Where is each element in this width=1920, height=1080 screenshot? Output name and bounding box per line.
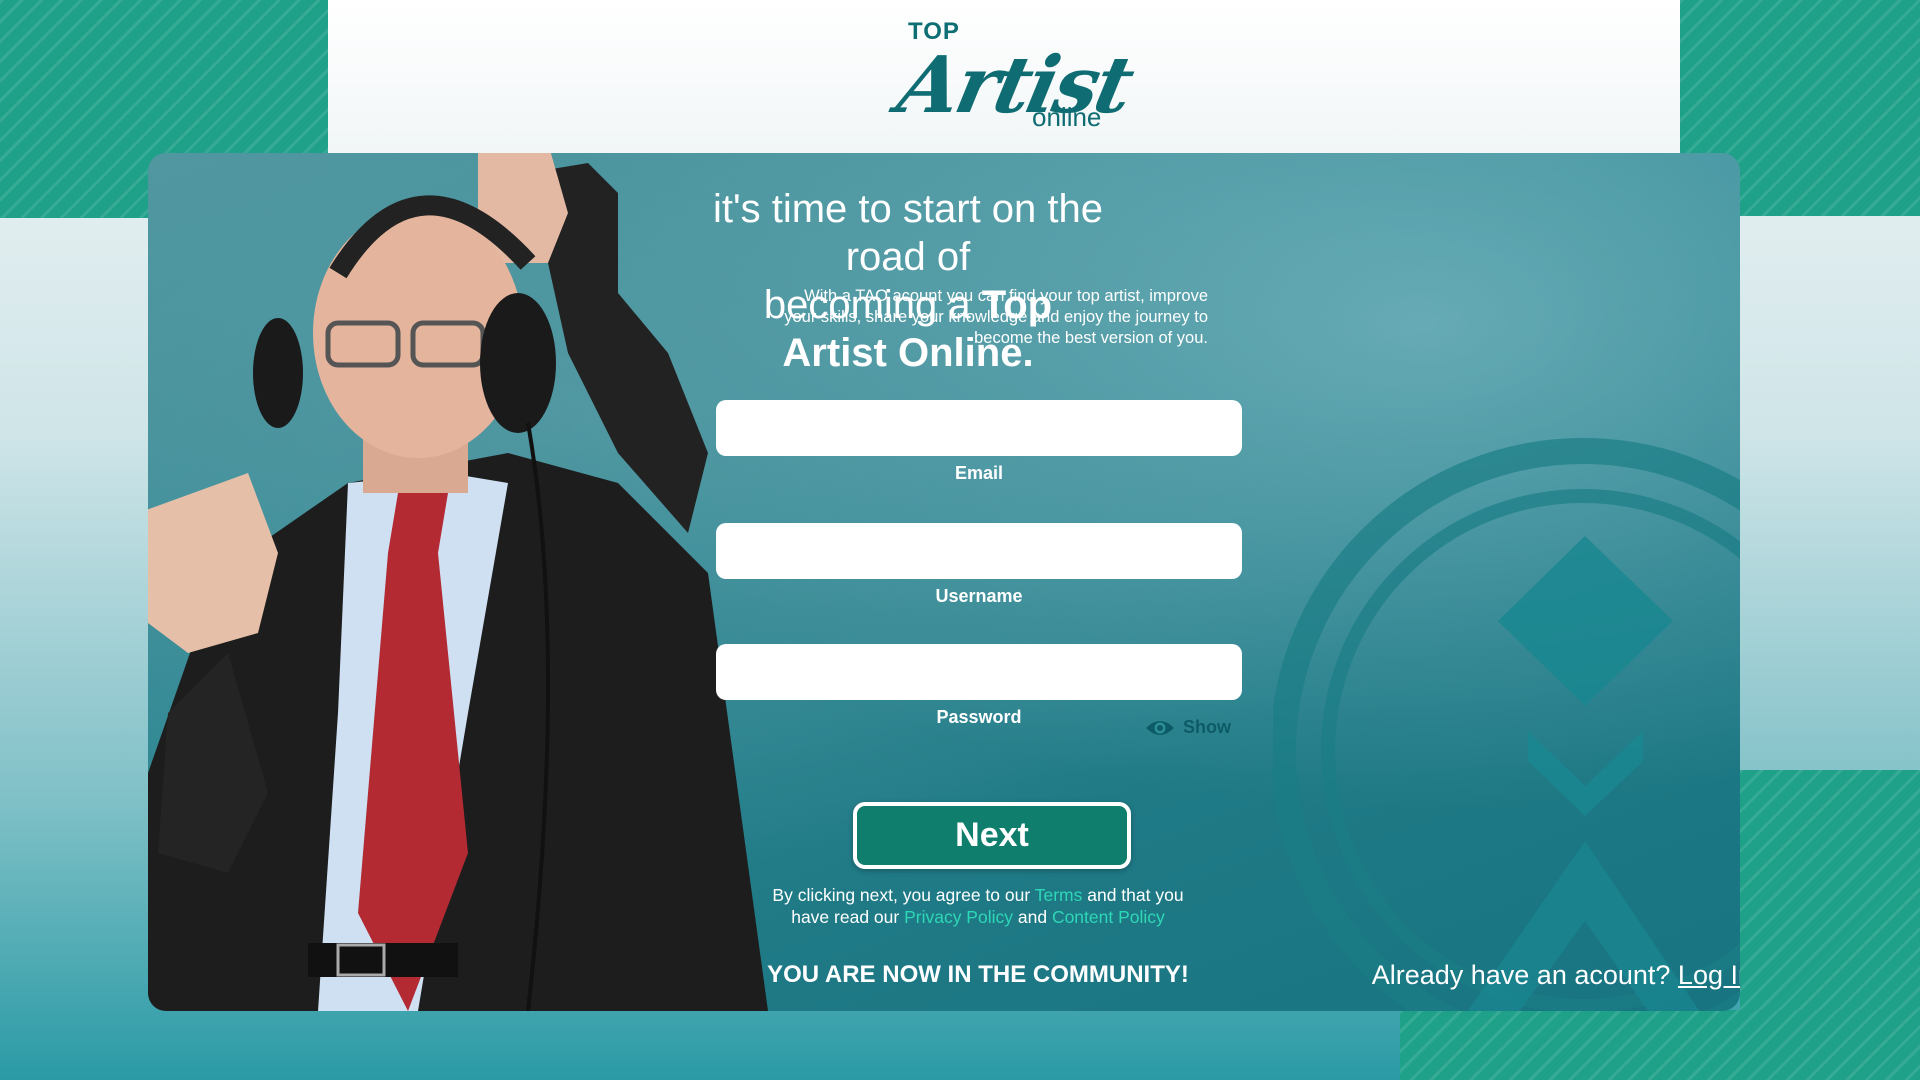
next-button[interactable]: Next xyxy=(853,802,1131,869)
logo-artist-text: Artist xyxy=(890,40,1139,131)
legal-text: By clicking next, you agree to our Terms… xyxy=(768,884,1188,928)
legal-text-part3: and xyxy=(1013,907,1052,927)
intro-text: With a TAO acount you can find your top … xyxy=(784,287,1208,347)
email-label: Email xyxy=(954,463,1004,483)
terms-link[interactable]: Terms xyxy=(1035,885,1083,905)
username-field[interactable] xyxy=(716,523,1242,579)
login-link[interactable]: Log In xyxy=(1678,960,1740,990)
stripe-block-bottom xyxy=(1400,1010,1920,1080)
content-policy-link[interactable]: Content Policy xyxy=(1052,907,1165,927)
password-field[interactable] xyxy=(716,644,1242,700)
privacy-policy-link[interactable]: Privacy Policy xyxy=(904,907,1013,927)
brand-emblem xyxy=(1273,438,1740,1011)
login-prompt-text: Already have an acount? xyxy=(1371,960,1678,990)
signup-card: it's time to start on the road of becomi… xyxy=(148,153,1740,1011)
community-message: YOU ARE NOW IN THE COMMUNITY! xyxy=(767,961,1189,988)
logo-online-text: online xyxy=(1032,102,1102,132)
username-label: Username xyxy=(935,586,1023,606)
email-field[interactable] xyxy=(716,400,1242,456)
login-prompt: Already have an acount? Log In xyxy=(1233,960,1740,991)
headline-line1: it's time to start on the road of xyxy=(712,187,1104,279)
logo[interactable]: TOP Artist online xyxy=(890,18,1139,140)
eye-icon xyxy=(1146,720,1174,735)
legal-text-part1: By clicking next, you agree to our xyxy=(772,885,1035,905)
show-password-toggle[interactable]: Show xyxy=(1145,717,1231,738)
show-label: Show xyxy=(1183,717,1231,737)
hero-photo xyxy=(148,153,768,1011)
